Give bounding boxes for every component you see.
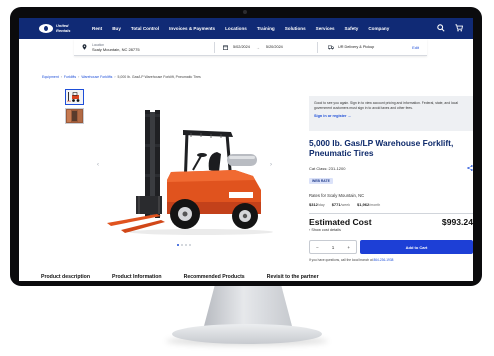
browser-screen: United Rentals Rent Buy Total Control In… — [19, 18, 473, 281]
monitor-mockup: United Rentals Rent Buy Total Control In… — [0, 0, 494, 356]
questions-note: If you have questions, call the local br… — [309, 258, 393, 262]
show-cost-details-label: Show cost details — [311, 228, 341, 232]
tab-product-information[interactable]: Product Information — [112, 274, 162, 280]
show-cost-details[interactable]: › Show cost details — [309, 228, 341, 232]
date-arrow-icon: → — [255, 44, 260, 50]
gallery-dots — [177, 244, 191, 246]
nav-link-services[interactable]: Services — [316, 26, 335, 31]
brand-logo[interactable]: United Rentals — [39, 24, 78, 33]
breadcrumb-equipment[interactable]: Equipment — [42, 75, 59, 79]
promo-text: Good to see you again. Sign in to view a… — [314, 101, 458, 110]
edit-link[interactable]: Edit — [412, 45, 419, 50]
webcam-icon — [243, 10, 247, 14]
logo-mark-icon — [39, 24, 53, 33]
search-icon[interactable] — [437, 24, 445, 32]
add-to-cart-button[interactable]: Add to Cart — [360, 240, 473, 254]
product-image-forklift — [107, 110, 273, 235]
rates-location: Rates for Scaly Mountain, NC — [309, 193, 365, 198]
quantity-value[interactable]: 1 — [332, 245, 335, 250]
delivery-option: UR Delivery & Pickup — [338, 45, 375, 49]
nav-link-locations[interactable]: Locations — [225, 26, 247, 31]
end-date: 5/20/2024 — [265, 45, 283, 49]
breadcrumb-forklifts[interactable]: Forklifts — [64, 75, 76, 79]
thumbnail-warehouse[interactable] — [65, 108, 84, 124]
warehouse-thumb-icon — [66, 109, 83, 123]
nav-link-buy[interactable]: Buy — [112, 26, 121, 31]
location-selector[interactable]: Location Scaly Mountain, NC 28775 — [74, 43, 214, 52]
nav-link-safety[interactable]: Safety — [345, 26, 359, 31]
divider — [309, 213, 473, 214]
image-thumbnails — [65, 89, 84, 124]
product-title: 5,000 lb. Gas/LP Warehouse Forklift, Pne… — [309, 138, 454, 159]
signin-link[interactable]: Sign in or register → — [314, 114, 469, 119]
logo-text: United Rentals — [56, 23, 71, 33]
forklift-thumb-icon — [67, 92, 80, 102]
calendar-icon — [223, 44, 228, 50]
top-navigation: United Rentals Rent Buy Total Control In… — [19, 18, 473, 39]
share-icon[interactable] — [467, 165, 473, 171]
cart-icon[interactable] — [455, 24, 463, 32]
breadcrumb-current: 5,000 lb. Gas/LP Warehouse Forklift, Pne… — [117, 75, 201, 79]
delivery-selector[interactable]: UR Delivery & Pickup Edit — [317, 41, 427, 53]
nav-link-training[interactable]: Training — [257, 26, 275, 31]
nav-link-solutions[interactable]: Solutions — [285, 26, 306, 31]
rates-row: $312/day $771/week $1,962/month — [309, 202, 380, 207]
rate-week: $771/week — [331, 202, 350, 207]
breadcrumb: Equipment › Forklifts › Warehouse Forklifts ›… — [42, 75, 201, 79]
tab-recommended-products[interactable]: Recommended Products — [184, 274, 245, 280]
nav-link-invoices[interactable]: Invoices & Payments — [169, 26, 215, 31]
signin-promo: Good to see you again. Sign in to view a… — [309, 96, 473, 131]
nav-links: Rent Buy Total Control Invoices & Paymen… — [92, 26, 399, 31]
nav-link-total-control[interactable]: Total Control — [131, 26, 159, 31]
nav-link-company[interactable]: Company — [368, 26, 389, 31]
rate-month: $1,962/month — [357, 202, 381, 207]
cat-class: Cat Class: 231-1200 — [309, 166, 346, 171]
truck-icon — [328, 45, 334, 49]
gallery-dots-icon — [177, 244, 191, 246]
nav-link-rent[interactable]: Rent — [92, 26, 102, 31]
estimated-cost-value: $993.24 — [441, 217, 473, 227]
decrease-button[interactable]: − — [316, 245, 319, 250]
start-date: 5/02/2024 — [233, 45, 250, 49]
gallery-prev-icon[interactable]: ‹ — [97, 162, 99, 168]
product-tabs: Product description Product Information … — [41, 274, 319, 280]
nav-icons — [437, 24, 463, 32]
increase-button[interactable]: + — [347, 245, 350, 250]
monitor-bezel: United Rentals Rent Buy Total Control In… — [10, 7, 482, 286]
date-range-selector[interactable]: 5/02/2024 → 5/20/2024 — [214, 41, 317, 53]
quantity-stepper: − 1 + — [309, 240, 357, 254]
web-rate-badge: WEB RATE — [309, 178, 333, 184]
location-date-bar: Location Scaly Mountain, NC 28775 5/02/2… — [74, 39, 427, 56]
branch-phone-link[interactable]: 864-236-1938 — [374, 258, 394, 262]
thumbnail-forklift[interactable] — [65, 89, 84, 105]
tab-product-description[interactable]: Product description — [41, 274, 90, 280]
location-pin-icon — [82, 44, 87, 50]
tab-revisit-partner[interactable]: Revisit to the partner — [267, 274, 319, 280]
breadcrumb-warehouse-forklifts[interactable]: Warehouse Forklifts — [81, 75, 112, 79]
questions-text: If you have questions, call the local br… — [309, 258, 373, 262]
monitor-stand-neck — [204, 286, 292, 326]
rate-day: $312/day — [309, 202, 325, 207]
estimated-cost-label: Estimated Cost — [309, 217, 372, 227]
location-value: Scaly Mountain, NC 28775 — [92, 46, 140, 52]
monitor-stand-base — [172, 324, 322, 344]
